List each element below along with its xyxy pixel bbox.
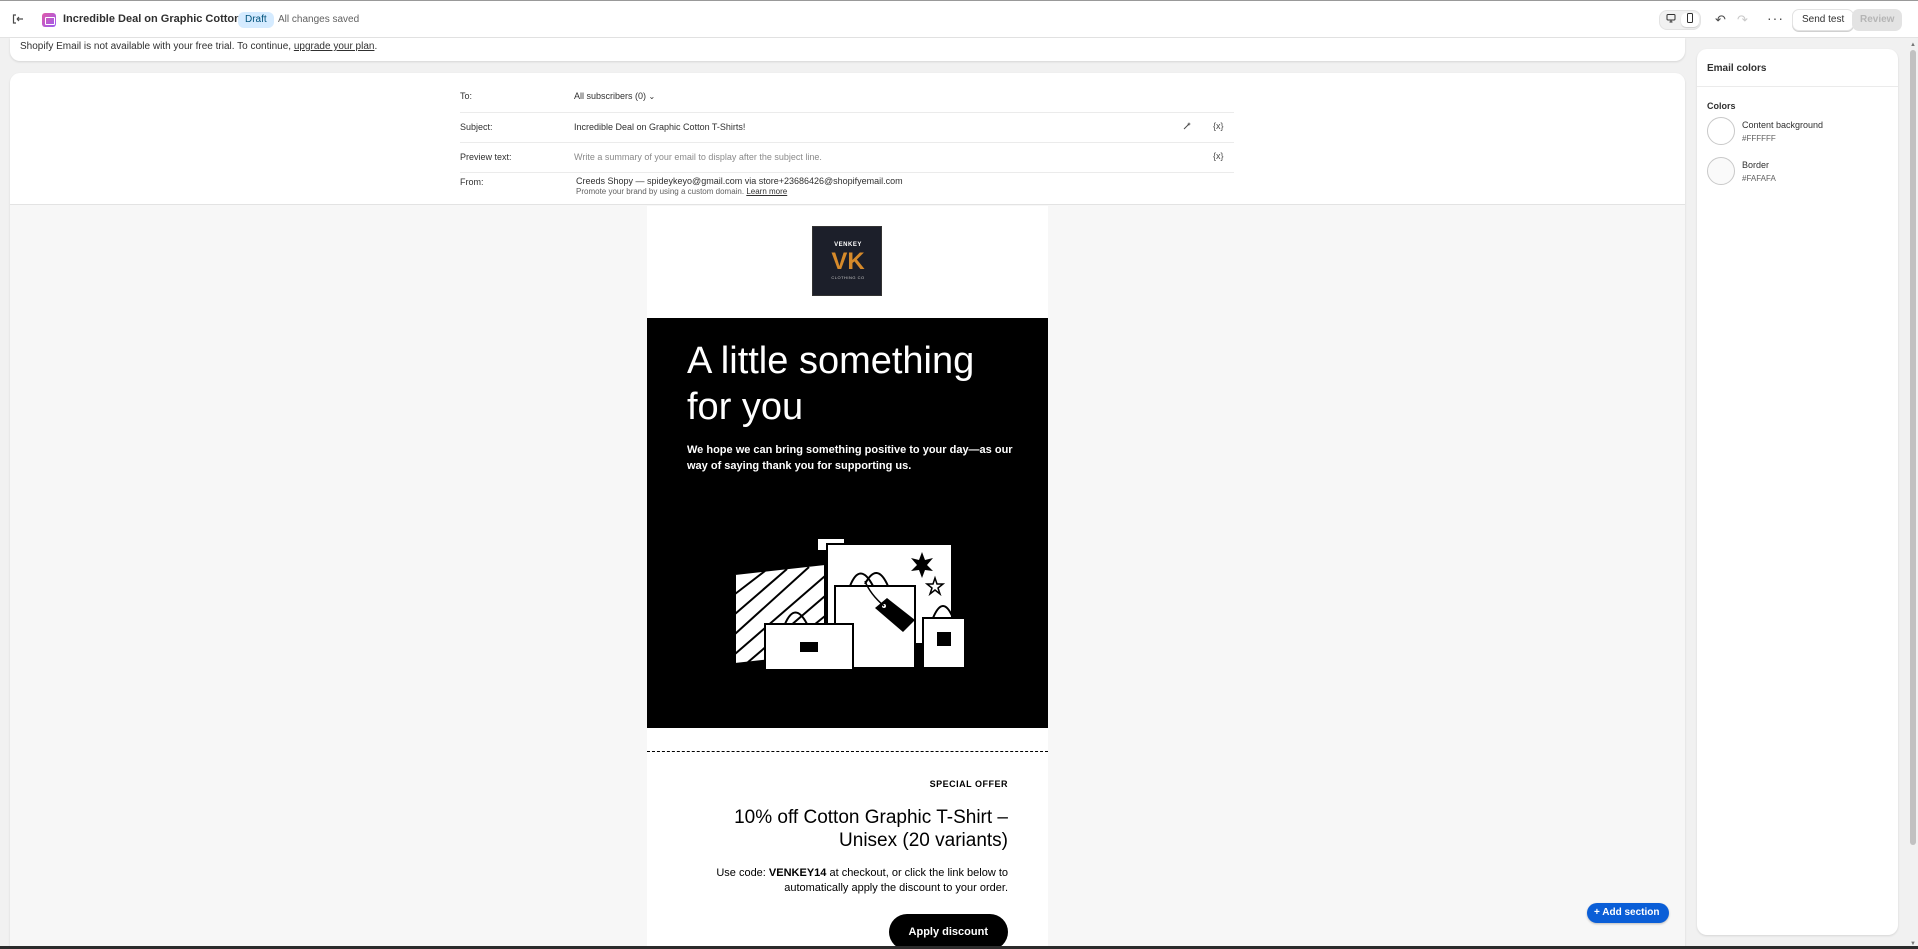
logo-mark: VK	[831, 248, 865, 275]
from-hint-text: Promote your brand by using a custom dom…	[576, 187, 747, 196]
trial-banner: Shopify Email is not available with your…	[10, 38, 1685, 61]
variable-icon[interactable]: {x}	[1213, 121, 1224, 131]
desktop-icon[interactable]	[1662, 13, 1680, 27]
recipients-value: All subscribers (0)	[574, 91, 647, 101]
from-label: From:	[460, 177, 484, 187]
preview-text-input[interactable]: Write a summary of your email to display…	[574, 152, 822, 162]
variable-icon[interactable]: {x}	[1213, 151, 1224, 161]
redo-icon[interactable]: ↷	[1737, 12, 1748, 28]
scroll-thumb[interactable]	[1910, 50, 1916, 845]
offer-label: SPECIAL OFFER	[929, 779, 1008, 789]
email-title: Incredible Deal on Graphic Cotton T-...	[63, 13, 263, 25]
offer-prefix: Use code:	[716, 867, 769, 879]
banner-suffix: .	[374, 41, 378, 52]
colors-heading: Colors	[1707, 101, 1736, 111]
recipients-select[interactable]: All subscribers (0) ⌄	[574, 91, 655, 101]
color-name: Content background	[1742, 120, 1824, 130]
status-badge: Draft	[238, 12, 274, 28]
save-status: All changes saved	[278, 14, 360, 25]
send-test-button[interactable]: Send test	[1792, 9, 1855, 31]
section-divider	[647, 751, 1048, 752]
apply-discount-button[interactable]: Apply discount	[888, 914, 1008, 949]
subject-label: Subject:	[460, 122, 493, 132]
banner-message: Shopify Email is not available with your…	[20, 41, 294, 52]
from-value: Creeds Shopy — spideykeyo@gmail.com via …	[576, 176, 903, 186]
from-row: From: Creeds Shopy — spideykeyo@gmail.co…	[460, 173, 1234, 205]
device-toggle	[1659, 10, 1701, 30]
undo-icon[interactable]: ↶	[1715, 12, 1726, 28]
chevron-down-icon: ⌄	[648, 92, 656, 101]
magic-icon[interactable]	[1182, 121, 1192, 133]
to-label: To:	[460, 91, 473, 101]
color-hex[interactable]: #FFFFFF	[1742, 134, 1776, 143]
panel-divider	[1697, 86, 1898, 87]
from-hint: Promote your brand by using a custom dom…	[576, 187, 787, 196]
content-background-swatch[interactable]	[1707, 117, 1735, 145]
discount-code: VENKEY14	[768, 867, 827, 879]
subject-input[interactable]: Incredible Deal on Graphic Cotton T-Shir…	[574, 122, 745, 132]
border-swatch[interactable]	[1707, 157, 1735, 185]
learn-more-link[interactable]: Learn more	[746, 187, 787, 196]
subject-row: Subject: Incredible Deal on Graphic Cott…	[460, 113, 1234, 143]
preview-label: Preview text:	[460, 152, 512, 162]
logo-bottom-text: CLOTHING CO	[831, 275, 865, 280]
offer-body: Use code: VENKEY14 at checkout, or click…	[698, 866, 1008, 896]
review-button[interactable]: Review	[1852, 9, 1903, 31]
top-bar: Incredible Deal on Graphic Cotton T-... …	[0, 0, 1918, 38]
email-meta: To: All subscribers (0) ⌄ Subject: Incre…	[10, 73, 1685, 205]
hero-section[interactable]: A little something for you We hope we ca…	[647, 318, 1048, 728]
store-logo[interactable]: VENKEY VK CLOTHING CO	[812, 226, 882, 296]
offer-title: 10% off Cotton Graphic T-Shirt – Unisex …	[734, 807, 1008, 851]
mobile-icon[interactable]	[1681, 13, 1699, 27]
scroll-up-icon[interactable]: ▲	[1910, 42, 1916, 48]
add-section-button[interactable]: + Add section	[1587, 903, 1670, 923]
exit-icon[interactable]	[10, 12, 26, 28]
more-icon[interactable]: ···	[1767, 10, 1784, 26]
email-preview: VENKEY VK CLOTHING CO A little something…	[647, 206, 1048, 949]
email-canvas: To: All subscribers (0) ⌄ Subject: Incre…	[10, 73, 1685, 949]
upgrade-plan-link[interactable]: upgrade your plan	[294, 41, 375, 52]
hero-body: We hope we can bring something positive …	[687, 444, 1013, 472]
banner-text: Shopify Email is not available with your…	[20, 41, 377, 52]
email-colors-panel: Email colors Colors Content background #…	[1697, 49, 1898, 935]
color-name: Border	[1742, 160, 1770, 170]
shopping-bags-illustration	[734, 537, 965, 671]
color-hex[interactable]: #FAFAFA	[1742, 174, 1776, 183]
panel-title: Email colors	[1707, 63, 1767, 74]
shopify-email-app-icon	[42, 13, 56, 27]
preview-row: Preview text: Write a summary of your em…	[460, 143, 1234, 173]
scrollbar[interactable]: ▲ ▼	[1908, 38, 1918, 949]
hero-title: A little something for you	[687, 340, 975, 428]
to-row: To: All subscribers (0) ⌄	[460, 83, 1234, 113]
